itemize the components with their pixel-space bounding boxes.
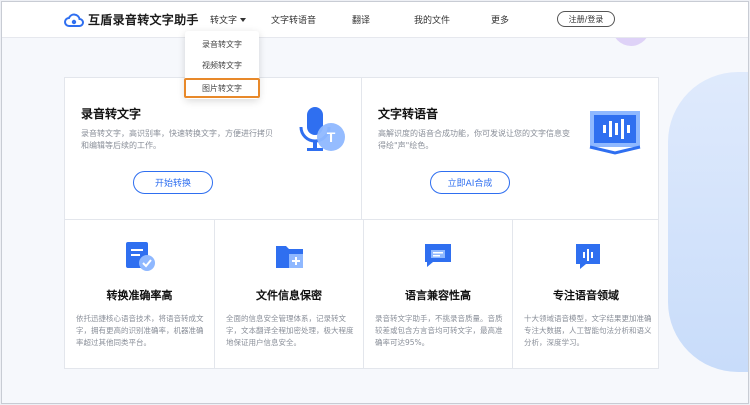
nav-convert-text[interactable]: 转文字: [210, 13, 247, 26]
start-convert-button[interactable]: 开始转换: [133, 171, 213, 194]
advantage-title: 转换准确率高: [106, 289, 173, 302]
advantage-card: 文件信息保密 全面的信息安全管理体系，记录转文字，文本翻译全程加密处理，极大程度…: [214, 220, 363, 368]
advantage-title: 语言兼容性高: [405, 289, 471, 302]
feature-card-text-to-speech: 文字转语音 高解识度的语音合成功能，你可发说让您的文字信息变得绘"声"绘色。 立…: [362, 78, 658, 220]
nav-translate[interactable]: 翻译: [352, 13, 370, 26]
nav-label: 翻译: [352, 16, 371, 26]
nav-label: 我的文件: [414, 16, 451, 26]
advantage-title: 文件信息保密: [256, 289, 322, 302]
app-title: 互盾录音转文字助手: [88, 13, 199, 27]
nav-my-files[interactable]: 我的文件: [414, 13, 450, 26]
advantage-description: 录音转文字助手，不挑录音质量。音质较差或包含方言音均可转文字，最高准确率可达95…: [375, 314, 503, 347]
logo[interactable]: 互盾录音转文字助手: [64, 11, 199, 28]
microphone-text-icon: T: [299, 107, 345, 151]
nav-more[interactable]: 更多: [491, 13, 509, 26]
dropdown-item-image-to-text[interactable]: 图片转文字: [184, 78, 260, 98]
page-frame: 互盾录音转文字助手 转文字 文字转语音 翻译 我的文件 更多 注册/登录 录音转…: [1, 1, 749, 404]
top-nav-bar: 互盾录音转文字助手 转文字 文字转语音 翻译 我的文件 更多 注册/登录: [2, 2, 748, 38]
feature-title: 录音转文字: [81, 107, 142, 121]
feature-grid: 录音转文字 录音转文字，高识别率，快速转换文字，方便进行拷贝和编辑等后续的工作。…: [64, 77, 659, 369]
chevron-down-icon: [240, 17, 247, 22]
feature-description: 高解识度的语音合成功能，你可发说让您的文字信息变得绘"声"绘色。: [378, 129, 570, 150]
dropdown-item-audio-to-text[interactable]: 录音转文字: [185, 39, 259, 50]
dropdown-item-video-to-text[interactable]: 视频转文字: [185, 60, 259, 71]
book-soundwave-icon: [589, 111, 641, 155]
advantage-description: 十大领域语音模型，文字结果更加准确专注大数据，人工智能句法分析和语义分析，深度学…: [524, 314, 652, 347]
convert-dropdown-menu: 录音转文字 视频转文字 图片转文字: [184, 31, 260, 99]
advantage-card: 语言兼容性高 录音转文字助手，不挑录音质量。音质较差或包含方言音均可转文字，最高…: [363, 220, 512, 368]
feature-card-speech-to-text: 录音转文字 录音转文字，高识别率，快速转换文字，方便进行拷贝和编辑等后续的工作。…: [65, 78, 362, 220]
advantage-description: 全面的信息安全管理体系，记录转文字，文本翻译全程加密处理，极大程度地保证用户信息…: [226, 314, 354, 347]
feature-title: 文字转语音: [378, 107, 439, 121]
advantage-card: 专注语音领域 十大领域语音模型，文字结果更加准确专注大数据，人工智能句法分析和语…: [512, 220, 659, 368]
folder-shield-icon: [276, 246, 303, 268]
nav-label: 转文字: [210, 16, 238, 26]
advantage-card: 转换准确率高 依托迅捷核心语音技术，将语音转成文字，拥有更高的识别准确率，机器准…: [65, 220, 214, 368]
feature-description: 录音转文字，高识别率，快速转换文字，方便进行拷贝和编辑等后续的工作。: [81, 129, 273, 150]
login-button[interactable]: 注册/登录: [557, 11, 615, 27]
background-decoration: [668, 72, 748, 372]
chat-bubbles-icon: [425, 244, 451, 267]
svg-text:T: T: [327, 129, 336, 145]
advantage-title: 专注语音领域: [553, 289, 619, 302]
nav-text-to-speech[interactable]: 文字转语音: [271, 13, 316, 26]
nav-label: 更多: [491, 16, 510, 26]
voice-bubble-icon: [576, 244, 600, 269]
advantage-description: 依托迅捷核心语音技术，将语音转成文字，拥有更高的识别准确率，机器准确率超过其他同…: [76, 314, 204, 347]
document-check-icon: [126, 242, 155, 271]
cloud-logo-icon: [64, 13, 84, 27]
nav-label: 文字转语音: [271, 16, 317, 26]
ai-synthesis-button[interactable]: 立即AI合成: [430, 171, 510, 194]
